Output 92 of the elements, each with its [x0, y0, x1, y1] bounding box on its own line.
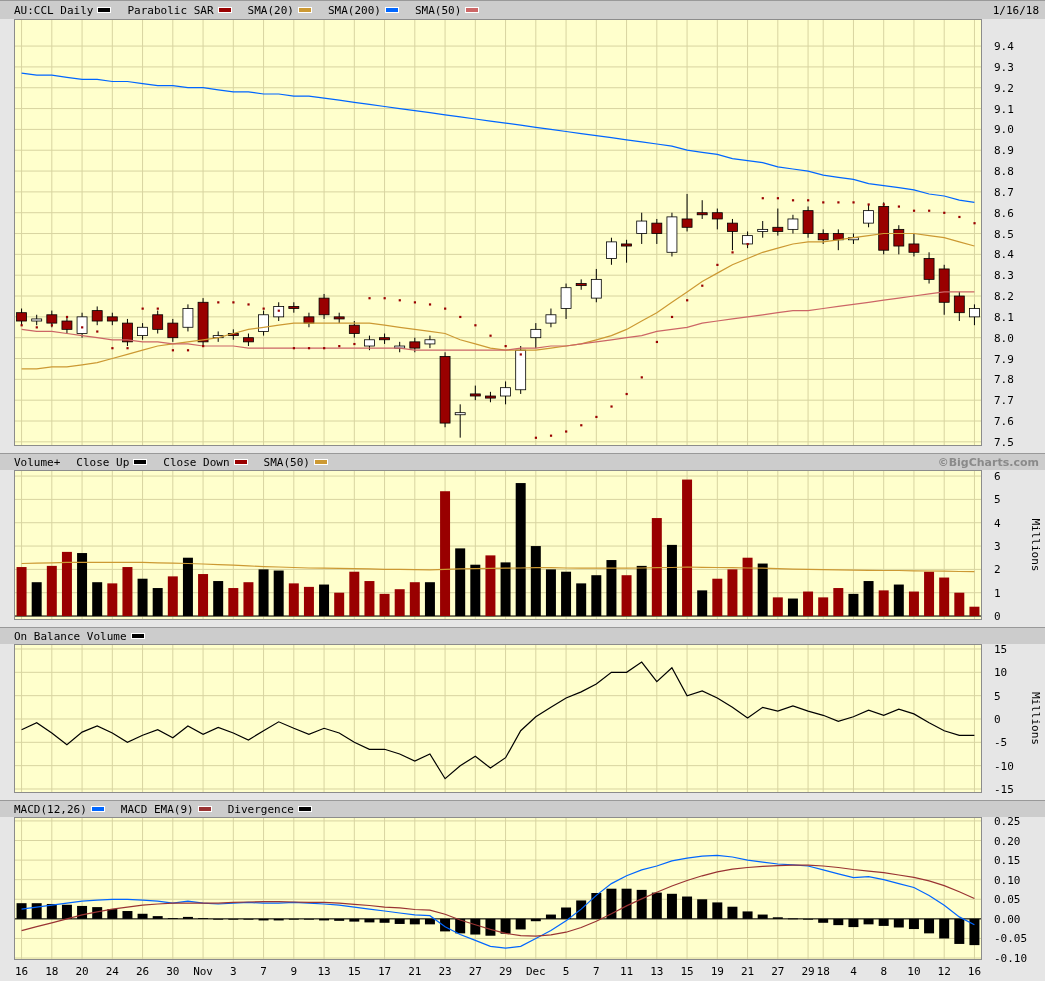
axis-tick-label: 0.15 — [994, 854, 1021, 868]
axis-tick-label: 13 — [650, 965, 664, 978]
axis-tick-label: 5 — [994, 689, 1001, 703]
axis-tick-label: 1 — [994, 586, 1001, 600]
axis-tick-label: 10 — [907, 965, 921, 978]
axis-tick-label: 13 — [317, 965, 331, 978]
axis-tick-label: 0.05 — [994, 893, 1021, 907]
axis-tick-label: 20 — [75, 965, 89, 978]
axis-tick-label: 7 — [593, 965, 600, 978]
axis-tick-label: 0.00 — [994, 912, 1021, 926]
axis-title: Millions — [1029, 692, 1042, 745]
axis-tick-label: 18 — [816, 965, 830, 978]
legend-label: Close Down — [163, 455, 230, 469]
axis-tick-label: -0.10 — [994, 952, 1028, 966]
axis-tick-label: 8 — [880, 965, 887, 978]
axis-tick-label: -0.05 — [994, 932, 1028, 946]
axis-tick-label: 24 — [105, 965, 119, 978]
axis-tick-label: -10 — [994, 759, 1014, 773]
axis-tick-label: 18 — [45, 965, 59, 978]
axis-tick-label: 15 — [347, 965, 361, 978]
axis-tick-label: 19 — [710, 965, 724, 978]
axis-tick-label: 8.2 — [994, 290, 1014, 304]
legend-label: SMA(200) — [327, 3, 381, 17]
axis-tick-label: 9.2 — [994, 81, 1014, 95]
axis-tick-label: 16 — [14, 965, 29, 978]
axis-tick-label: 8.0 — [994, 331, 1014, 345]
axis-tick-label: 27 — [468, 965, 482, 978]
axis-tick-label: 26 — [135, 965, 150, 978]
axis-tick-label: 8.6 — [994, 206, 1014, 220]
axis-tick-label: 16 — [967, 965, 982, 978]
axis-tick-label: 5 — [994, 493, 1001, 507]
axis-tick-label: 9 — [290, 965, 298, 978]
axis-tick-label: 21 — [408, 965, 422, 978]
axis-tick-label: 10 — [994, 666, 1008, 680]
axis-tick-label: 9.4 — [994, 40, 1014, 54]
legend-label: SMA(20) — [247, 3, 294, 17]
axis-tick-label: -15 — [994, 783, 1014, 796]
axis-tick-label: 27 — [771, 965, 785, 978]
axis-tick-label: 23 — [438, 965, 452, 978]
axis-title: Millions — [1029, 518, 1042, 572]
axis-tick-label: 7.9 — [994, 352, 1014, 366]
axis-tick-label: 11 — [619, 965, 634, 978]
axis-tick-label: 5 — [562, 965, 570, 978]
axis-tick-label: 7.7 — [994, 394, 1014, 408]
legend-label: MACD(12,26) — [14, 802, 87, 816]
axis-tick-label: 7.5 — [994, 435, 1014, 449]
axis-tick-label: 8.3 — [994, 269, 1014, 283]
axis-tick-label: 8.4 — [994, 248, 1014, 262]
axis-tick-label: -5 — [994, 736, 1008, 750]
axis-tick-label: 4 — [994, 516, 1001, 530]
axis-tick-label: 15 — [994, 643, 1008, 656]
axis-tick-label: 7.6 — [994, 415, 1014, 428]
axis-tick-label: 29 — [801, 965, 815, 978]
legend-label: Close Up — [76, 455, 130, 469]
legend-label: Parabolic SAR — [127, 3, 214, 17]
axis-tick-label: 9.1 — [994, 102, 1014, 116]
axis-tick-label: 21 — [740, 965, 755, 978]
legend-label: AU:CCL Daily — [14, 3, 94, 17]
axis-tick-label: 12 — [937, 965, 951, 978]
axis-tick-label: 7 — [260, 965, 267, 978]
legend-label: On Balance Volume — [14, 629, 127, 643]
axis-tick-label: 0.10 — [994, 873, 1021, 887]
axis-tick-label: 0.20 — [994, 834, 1021, 848]
axis-tick-label: Dec — [525, 965, 546, 978]
legend-label: MACD EMA(9) — [120, 802, 194, 816]
axis-tick-label: 8.1 — [994, 310, 1014, 324]
axis-tick-label: 3 — [994, 540, 1001, 554]
axis-tick-label: 8.8 — [994, 165, 1014, 179]
axis-tick-label: 29 — [498, 965, 513, 978]
axis-tick-label: 17 — [377, 965, 392, 978]
axis-tick-label: 4 — [850, 965, 857, 978]
legend-label: Divergence — [227, 802, 294, 816]
axis-tick-label: 30 — [166, 965, 180, 978]
axis-tick-label: Nov — [193, 965, 213, 978]
axis-tick-label: 8.9 — [994, 144, 1014, 158]
axis-tick-label: 9.3 — [994, 60, 1014, 74]
legend-label: SMA(50) — [414, 3, 462, 17]
legend-label: SMA(50) — [263, 455, 310, 469]
axis-tick-label: 0 — [994, 713, 1001, 726]
axis-tick-label: 3 — [230, 965, 237, 978]
chart-date: 1/16/18 — [992, 3, 1039, 17]
axis-tick-label: 8.5 — [994, 227, 1014, 241]
axis-tick-label: 7.8 — [994, 373, 1014, 387]
axis-tick-label: 0 — [994, 610, 1001, 624]
credit-text: ©BigCharts.com — [937, 455, 1039, 469]
axis-tick-label: 2 — [994, 563, 1001, 577]
axis-tick-label: 6 — [994, 470, 1001, 484]
panel-title: Volume+ — [14, 455, 61, 469]
axis-tick-label: 9.0 — [994, 123, 1014, 137]
axis-tick-label: 15 — [680, 965, 694, 978]
axis-tick-label: 0.25 — [994, 814, 1021, 828]
axis-tick-label: 8.7 — [994, 185, 1014, 199]
